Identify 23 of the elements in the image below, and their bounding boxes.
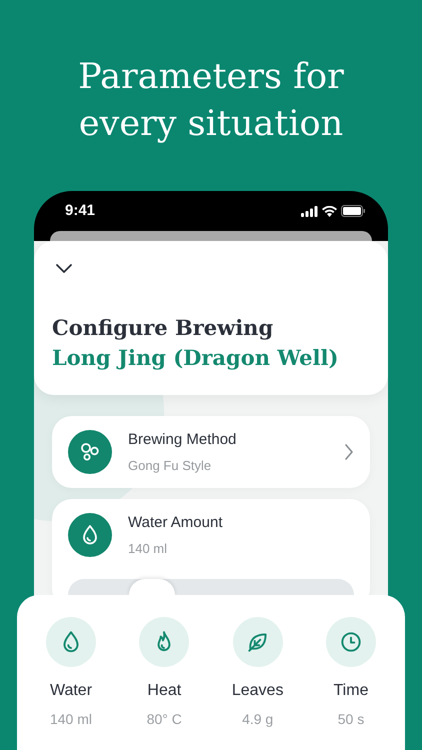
summary-value: 80° C bbox=[146, 710, 182, 729]
summary-label: Water bbox=[50, 681, 92, 701]
setting-label: Brewing Method bbox=[128, 430, 238, 450]
status-time: 9:41 bbox=[65, 200, 96, 221]
summary-label: Leaves bbox=[232, 681, 284, 701]
summary-label: Heat bbox=[147, 681, 182, 701]
setting-value: Gong Fu Style bbox=[128, 456, 212, 475]
summary-value: 4.9 g bbox=[242, 710, 274, 729]
amount-slider[interactable] bbox=[68, 579, 354, 595]
slider-thumb[interactable] bbox=[128, 579, 174, 595]
wifi-icon bbox=[322, 206, 337, 216]
collapse-chevron-icon[interactable] bbox=[55, 262, 73, 275]
header-title: Configure Brewing bbox=[52, 314, 274, 342]
tea-name: Long Jing (Dragon Well) bbox=[52, 344, 340, 372]
setting-label: Water Amount bbox=[128, 513, 224, 533]
battery-icon bbox=[341, 205, 366, 217]
summary-label: Time bbox=[334, 681, 368, 701]
brewing-method-row[interactable]: Brewing Method Gong Fu Style bbox=[52, 416, 370, 488]
summary-value: 50 s bbox=[338, 710, 364, 729]
summary-value: 140 ml bbox=[50, 710, 92, 729]
headline: Parameters for every situation bbox=[77, 56, 345, 146]
setting-value: 140 ml bbox=[128, 540, 168, 558]
signal-icon bbox=[301, 206, 318, 216]
